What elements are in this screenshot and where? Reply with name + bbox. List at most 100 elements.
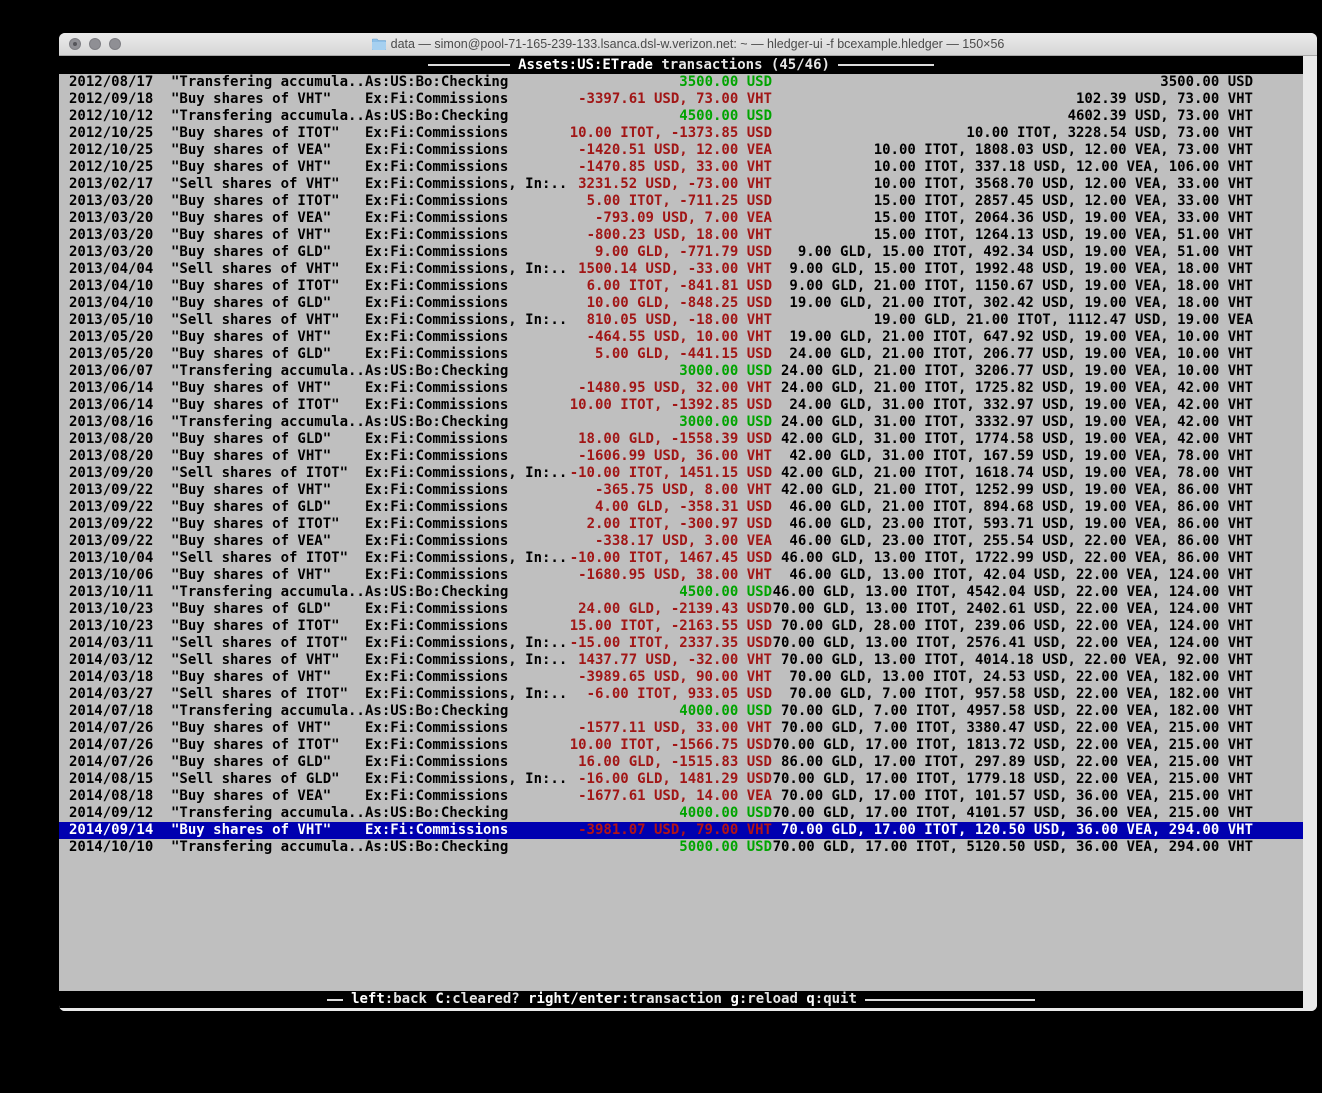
transaction-row[interactable]: 2014/08/15"Sell shares of GLD"Ex:Fi:Comm… — [59, 771, 1303, 788]
transaction-amount: 4500.00 USD — [569, 108, 772, 125]
transaction-row[interactable]: 2012/08/17"Transfering accumula..As:US:B… — [59, 74, 1303, 91]
transaction-row[interactable]: 2013/10/06"Buy shares of VHT"Ex:Fi:Commi… — [59, 567, 1303, 584]
transaction-row[interactable]: 2012/10/25"Buy shares of VEA"Ex:Fi:Commi… — [59, 142, 1303, 159]
transaction-row[interactable]: 2012/10/12"Transfering accumula..As:US:B… — [59, 108, 1303, 125]
running-balance: 42.00 GLD, 31.00 ITOT, 1774.58 USD, 19.0… — [772, 431, 1253, 448]
transaction-row[interactable]: 2014/09/14"Buy shares of VHT"Ex:Fi:Commi… — [59, 822, 1303, 839]
transaction-row[interactable]: 2013/06/14"Buy shares of ITOT"Ex:Fi:Comm… — [59, 397, 1303, 414]
transaction-amount: 5.00 GLD, -441.15 USD — [569, 346, 772, 363]
transaction-row[interactable]: 2013/08/20"Buy shares of VHT"Ex:Fi:Commi… — [59, 448, 1303, 465]
transaction-row[interactable]: 2014/03/18"Buy shares of VHT"Ex:Fi:Commi… — [59, 669, 1303, 686]
transaction-row[interactable]: 2013/09/22"Buy shares of VEA"Ex:Fi:Commi… — [59, 533, 1303, 550]
scrollbar-track[interactable] — [1303, 56, 1317, 1011]
transaction-row[interactable]: 2014/07/26"Buy shares of GLD"Ex:Fi:Commi… — [59, 754, 1303, 771]
transaction-row[interactable]: 2013/03/20"Buy shares of GLD"Ex:Fi:Commi… — [59, 244, 1303, 261]
close-button[interactable] — [69, 38, 81, 50]
running-balance: 10.00 ITOT, 1808.03 USD, 12.00 VEA, 73.0… — [772, 142, 1253, 159]
transaction-row[interactable]: 2013/10/11"Transfering accumula..As:US:B… — [59, 584, 1303, 601]
transaction-description: "Buy shares of VEA" — [171, 788, 365, 805]
transaction-description: "Transfering accumula.. — [171, 363, 365, 380]
transaction-date: 2013/04/10 — [69, 295, 171, 312]
transaction-row[interactable]: 2013/06/07"Transfering accumula..As:US:B… — [59, 363, 1303, 380]
minimize-button[interactable] — [89, 38, 101, 50]
transaction-other-accounts: Ex:Fi:Commissions — [365, 380, 569, 397]
transaction-row[interactable]: 2012/10/25"Buy shares of VHT"Ex:Fi:Commi… — [59, 159, 1303, 176]
transaction-other-accounts: As:US:Bo:Checking — [365, 703, 569, 720]
transaction-row[interactable]: 2012/09/18"Buy shares of VHT"Ex:Fi:Commi… — [59, 91, 1303, 108]
transaction-other-accounts: Ex:Fi:Commissions — [365, 295, 569, 312]
running-balance: 9.00 GLD, 15.00 ITOT, 1992.48 USD, 19.00… — [772, 261, 1253, 278]
zoom-button[interactable] — [109, 38, 121, 50]
transaction-description: "Buy shares of ITOT" — [171, 278, 365, 295]
running-balance: 46.00 GLD, 23.00 ITOT, 255.54 USD, 22.00… — [772, 533, 1253, 550]
transaction-amount: -6.00 ITOT, 933.05 USD — [569, 686, 772, 703]
account-name: Assets:US:ETrade — [518, 57, 653, 73]
transaction-date: 2013/09/22 — [69, 516, 171, 533]
transaction-amount: 3000.00 USD — [569, 414, 772, 431]
key-hint-key: C — [435, 991, 443, 1007]
transaction-row[interactable]: 2013/09/22"Buy shares of ITOT"Ex:Fi:Comm… — [59, 516, 1303, 533]
transaction-row[interactable]: 2012/10/25"Buy shares of ITOT"Ex:Fi:Comm… — [59, 125, 1303, 142]
transaction-other-accounts: Ex:Fi:Commissions — [365, 448, 569, 465]
transaction-row[interactable]: 2013/08/16"Transfering accumula..As:US:B… — [59, 414, 1303, 431]
transaction-description: "Buy shares of VHT" — [171, 822, 365, 839]
transaction-row[interactable]: 2014/03/12"Sell shares of VHT"Ex:Fi:Comm… — [59, 652, 1303, 669]
running-balance: 3500.00 USD — [772, 74, 1253, 91]
transaction-description: "Sell shares of GLD" — [171, 771, 365, 788]
transaction-row[interactable]: 2013/03/20"Buy shares of ITOT"Ex:Fi:Comm… — [59, 193, 1303, 210]
running-balance: 70.00 GLD, 28.00 ITOT, 239.06 USD, 22.00… — [772, 618, 1253, 635]
transaction-row[interactable]: 2013/05/10"Sell shares of VHT"Ex:Fi:Comm… — [59, 312, 1303, 329]
transaction-date: 2013/09/22 — [69, 482, 171, 499]
running-balance: 9.00 GLD, 15.00 ITOT, 492.34 USD, 19.00 … — [772, 244, 1253, 261]
transaction-other-accounts: Ex:Fi:Commissions — [365, 754, 569, 771]
running-balance: 70.00 GLD, 17.00 ITOT, 5120.50 USD, 36.0… — [772, 839, 1253, 856]
transaction-row[interactable]: 2013/10/23"Buy shares of ITOT"Ex:Fi:Comm… — [59, 618, 1303, 635]
running-balance: 46.00 GLD, 21.00 ITOT, 894.68 USD, 19.00… — [772, 499, 1253, 516]
running-balance: 102.39 USD, 73.00 VHT — [772, 91, 1253, 108]
transaction-date: 2013/02/17 — [69, 176, 171, 193]
transaction-date: 2014/03/11 — [69, 635, 171, 652]
transaction-row[interactable]: 2013/04/04"Sell shares of VHT"Ex:Fi:Comm… — [59, 261, 1303, 278]
running-balance: 24.00 GLD, 21.00 ITOT, 1725.82 USD, 19.0… — [772, 380, 1253, 397]
window-titlebar[interactable]: data — simon@pool-71-165-239-133.lsanca.… — [59, 33, 1317, 56]
transaction-row[interactable]: 2013/03/20"Buy shares of VHT"Ex:Fi:Commi… — [59, 227, 1303, 244]
transaction-amount: 6.00 ITOT, -841.81 USD — [569, 278, 772, 295]
transaction-row[interactable]: 2014/07/18"Transfering accumula..As:US:B… — [59, 703, 1303, 720]
transaction-date: 2013/04/04 — [69, 261, 171, 278]
transaction-row[interactable]: 2013/10/04"Sell shares of ITOT"Ex:Fi:Com… — [59, 550, 1303, 567]
transaction-row[interactable]: 2014/08/18"Buy shares of VEA"Ex:Fi:Commi… — [59, 788, 1303, 805]
transaction-date: 2014/07/26 — [69, 737, 171, 754]
transaction-row[interactable]: 2013/05/20"Buy shares of VHT"Ex:Fi:Commi… — [59, 329, 1303, 346]
transaction-description: "Sell shares of ITOT" — [171, 465, 365, 482]
transaction-amount: 16.00 GLD, -1515.83 USD — [569, 754, 772, 771]
running-balance: 70.00 GLD, 13.00 ITOT, 24.53 USD, 22.00 … — [772, 669, 1253, 686]
transaction-row[interactable]: 2014/03/11"Sell shares of ITOT"Ex:Fi:Com… — [59, 635, 1303, 652]
desktop: data — simon@pool-71-165-239-133.lsanca.… — [0, 0, 1322, 1093]
transaction-row[interactable]: 2013/10/23"Buy shares of GLD"Ex:Fi:Commi… — [59, 601, 1303, 618]
running-balance: 9.00 GLD, 21.00 ITOT, 1150.67 USD, 19.00… — [772, 278, 1253, 295]
transaction-row[interactable]: 2013/05/20"Buy shares of GLD"Ex:Fi:Commi… — [59, 346, 1303, 363]
transaction-date: 2013/10/23 — [69, 618, 171, 635]
transaction-row[interactable]: 2013/04/10"Buy shares of GLD"Ex:Fi:Commi… — [59, 295, 1303, 312]
transaction-other-accounts: As:US:Bo:Checking — [365, 363, 569, 380]
transaction-date: 2014/07/26 — [69, 720, 171, 737]
transaction-row[interactable]: 2013/06/14"Buy shares of VHT"Ex:Fi:Commi… — [59, 380, 1303, 397]
transaction-row[interactable]: 2013/03/20"Buy shares of VEA"Ex:Fi:Commi… — [59, 210, 1303, 227]
transaction-row[interactable]: 2013/09/20"Sell shares of ITOT"Ex:Fi:Com… — [59, 465, 1303, 482]
transaction-row[interactable]: 2013/02/17"Sell shares of VHT"Ex:Fi:Comm… — [59, 176, 1303, 193]
transaction-description: "Sell shares of ITOT" — [171, 635, 365, 652]
running-balance: 46.00 GLD, 13.00 ITOT, 4542.04 USD, 22.0… — [772, 584, 1253, 601]
transaction-row[interactable]: 2013/04/10"Buy shares of ITOT"Ex:Fi:Comm… — [59, 278, 1303, 295]
transaction-date: 2013/08/20 — [69, 448, 171, 465]
transaction-row[interactable]: 2013/09/22"Buy shares of GLD"Ex:Fi:Commi… — [59, 499, 1303, 516]
transaction-row[interactable]: 2013/09/22"Buy shares of VHT"Ex:Fi:Commi… — [59, 482, 1303, 499]
transaction-other-accounts: Ex:Fi:Commissions, In:.. — [365, 652, 569, 669]
transaction-row[interactable]: 2013/08/20"Buy shares of GLD"Ex:Fi:Commi… — [59, 431, 1303, 448]
transaction-row[interactable]: 2014/09/12"Transfering accumula..As:US:B… — [59, 805, 1303, 822]
transaction-row[interactable]: 2014/10/10"Transfering accumula..As:US:B… — [59, 839, 1303, 856]
transaction-row[interactable]: 2014/03/27"Sell shares of ITOT"Ex:Fi:Com… — [59, 686, 1303, 703]
transaction-row[interactable]: 2014/07/26"Buy shares of VHT"Ex:Fi:Commi… — [59, 720, 1303, 737]
transaction-row[interactable]: 2014/07/26"Buy shares of ITOT"Ex:Fi:Comm… — [59, 737, 1303, 754]
transaction-date: 2012/08/17 — [69, 74, 171, 91]
transaction-other-accounts: Ex:Fi:Commissions — [365, 567, 569, 584]
